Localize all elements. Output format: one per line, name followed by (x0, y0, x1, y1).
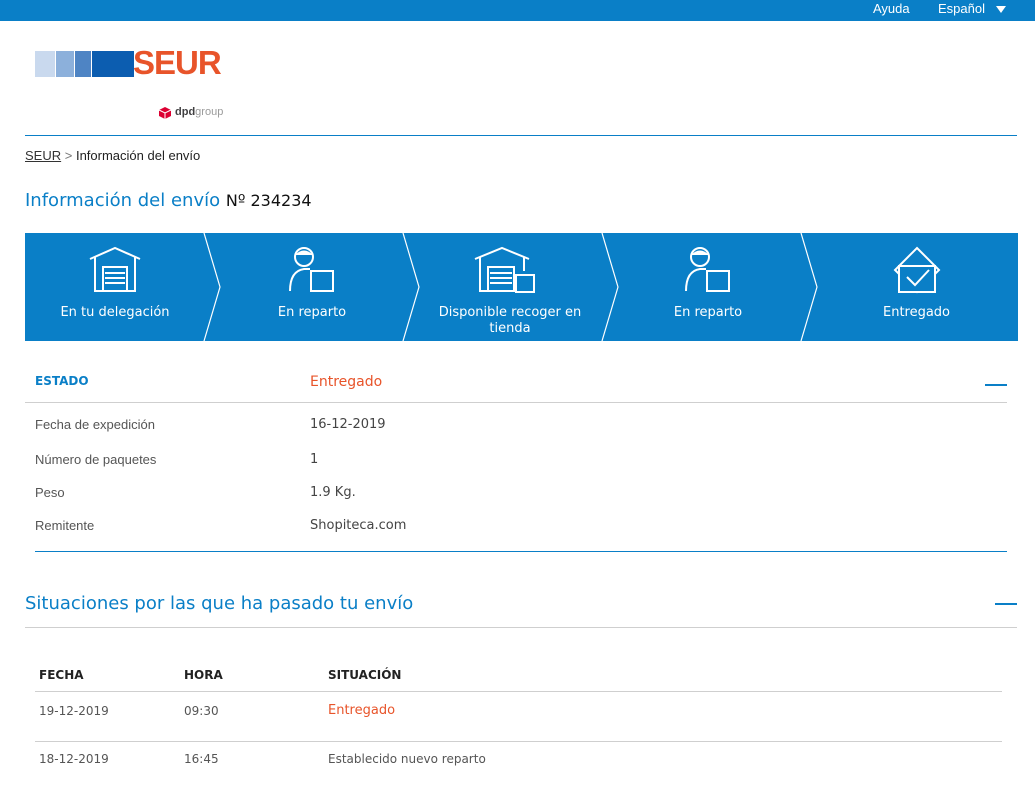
shipment-progress-bar: En tu delegación En reparto Disponible r… (25, 233, 1018, 341)
detail-label: Fecha de expedición (35, 417, 155, 432)
breadcrumb-current: Información del envío (75, 148, 201, 163)
step-en-reparto: En reparto (217, 233, 407, 341)
history-row-time: 09:30 (184, 704, 219, 718)
store-pickup-icon (474, 246, 535, 293)
detail-value: 16-12-2019 (310, 417, 386, 432)
step-entregado: Entregado (815, 233, 1018, 341)
history-row-situation: Entregado (328, 703, 396, 718)
page-title-label: Información del envío (25, 190, 221, 211)
step-disponible-tienda: Disponible recoger en tienda (423, 233, 597, 341)
breadcrumb-home-link[interactable]: SEUR (25, 148, 61, 163)
step-label: Disponible recoger en tienda (438, 305, 582, 336)
step-label: Entregado (882, 305, 951, 320)
shipment-number: Nº 234234 (225, 191, 312, 210)
column-header-situacion: SITUACIÓN (328, 668, 402, 682)
history-row-date: 19-12-2019 (39, 704, 109, 718)
table-row-divider (35, 741, 1002, 742)
language-selector[interactable]: Español (938, 1, 985, 16)
courier-icon (685, 247, 730, 292)
history-divider (25, 627, 1017, 628)
dpd-cube-icon (158, 107, 172, 119)
column-header-hora: HORA (184, 668, 223, 682)
step-en-tu-delegacion: En tu delegación (25, 233, 205, 341)
column-header-fecha: FECHA (39, 668, 84, 682)
logo-stripe (35, 51, 55, 77)
logo-stripe (56, 51, 74, 77)
logo-stripe (92, 51, 134, 77)
detail-value: 1.9 Kg. (310, 485, 356, 500)
step-label: En reparto (277, 305, 347, 320)
warehouse-icon (89, 246, 141, 292)
logo-stripe (75, 51, 91, 77)
detail-value: 1 (310, 452, 319, 467)
history-row-situation: Establecido nuevo reparto (328, 752, 486, 766)
status-divider (25, 402, 1007, 403)
courier-icon (289, 247, 334, 292)
history-row-date: 18-12-2019 (39, 752, 109, 766)
header-divider (25, 135, 1017, 136)
detail-label: Peso (35, 485, 65, 500)
history-title: Situaciones por las que ha pasado tu env… (25, 593, 414, 614)
status-value: Entregado (310, 374, 383, 390)
breadcrumb-separator: > (64, 148, 73, 163)
help-link[interactable]: Ayuda (873, 1, 910, 16)
table-header-divider (35, 691, 1002, 692)
step-label: En reparto (673, 305, 743, 320)
step-en-reparto-2: En reparto (613, 233, 803, 341)
detail-label: Remitente (35, 518, 95, 533)
top-bar: Ayuda Español (0, 0, 1035, 21)
collapse-history-button[interactable] (995, 603, 1017, 605)
dpd-group-label: dpdgroup (175, 106, 224, 118)
collapse-status-button[interactable] (985, 384, 1007, 386)
status-section-divider (35, 551, 1007, 552)
step-label: En tu delegación (60, 305, 170, 320)
delivered-box-icon (893, 246, 940, 294)
caret-down-icon[interactable] (996, 6, 1006, 13)
history-row-time: 16:45 (184, 752, 219, 766)
detail-label: Número de paquetes (35, 452, 157, 467)
logo-wordmark: SEUR (133, 44, 222, 81)
detail-value: Shopiteca.com (310, 518, 407, 533)
status-heading: ESTADO (35, 374, 89, 388)
breadcrumb: SEUR > Información del envío (25, 148, 200, 163)
seur-logo[interactable]: SEUR dpdgroup (35, 44, 275, 128)
page-title: Información del envío Nº 234234 (25, 190, 312, 211)
